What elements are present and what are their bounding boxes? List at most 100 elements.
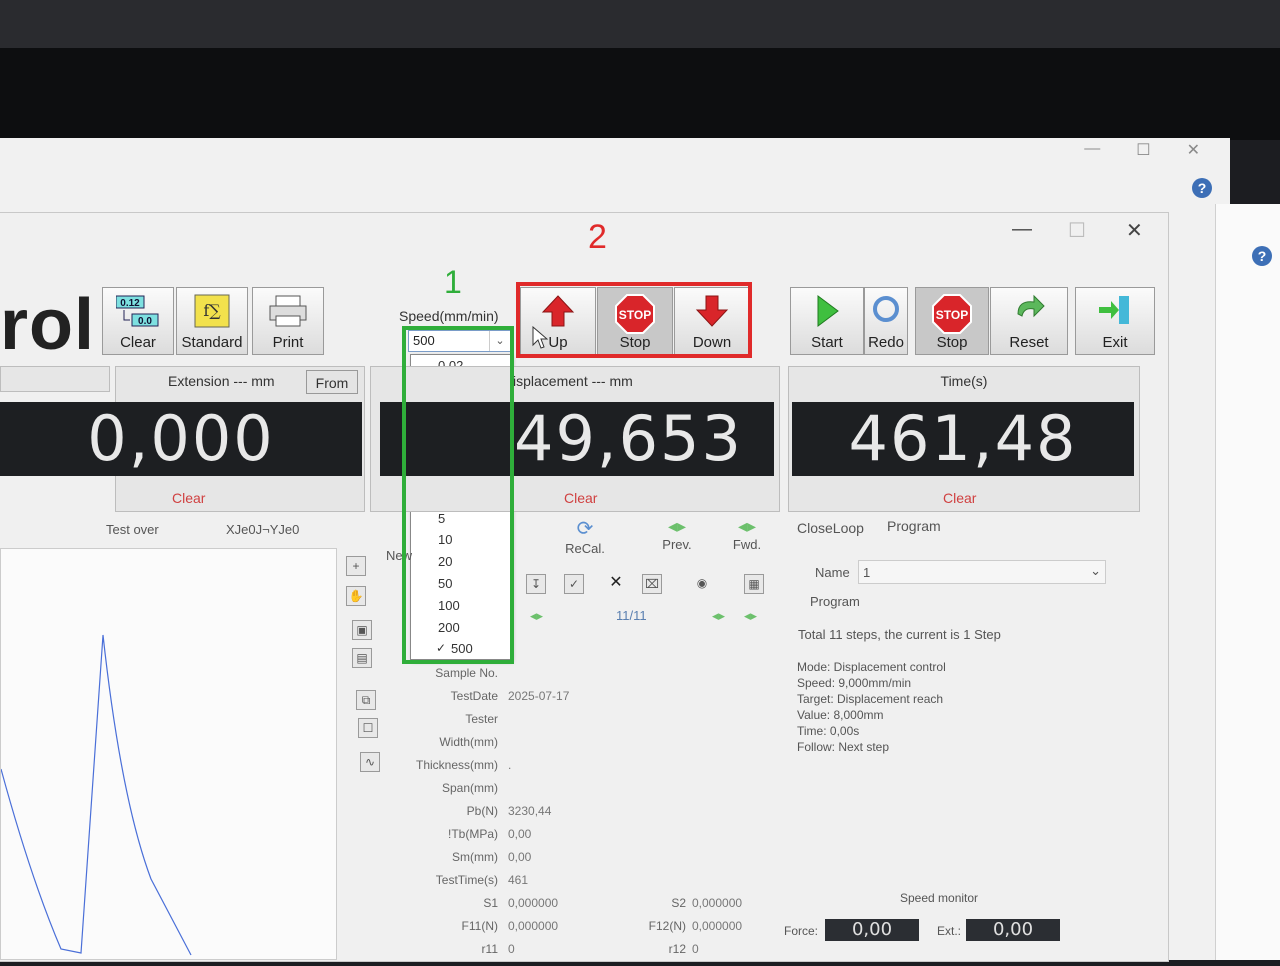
zoom-icon[interactable]: ▣ <box>352 620 372 640</box>
tab-program[interactable]: Program <box>887 518 941 534</box>
printer-icon <box>268 294 308 333</box>
field-value[interactable]: . <box>508 758 511 772</box>
start-button[interactable]: Start <box>790 287 864 355</box>
edit-icon[interactable]: ✓ <box>564 574 584 594</box>
field-value[interactable]: 0,000000 <box>508 896 558 910</box>
field-value[interactable]: 0 <box>508 942 515 956</box>
mouse-cursor-icon <box>532 325 549 355</box>
reset-icon <box>1012 294 1046 329</box>
field-label: Sample No. <box>435 666 498 680</box>
field-label: TestDate <box>450 689 498 703</box>
exit-label: Exit <box>1102 334 1128 351</box>
from-button[interactable]: From <box>306 370 358 394</box>
field-value[interactable]: 0,000000 <box>692 919 742 933</box>
ext-gauge: 0,00 <box>966 919 1060 941</box>
recal-button[interactable]: ⟳ ReCal. <box>560 516 610 564</box>
field-label: r12 <box>668 942 686 956</box>
maximize-button[interactable]: ☐ <box>1068 218 1086 243</box>
reset-button[interactable]: Reset <box>990 287 1068 355</box>
name-select[interactable]: 1 ⌄ <box>858 560 1106 584</box>
standard-button[interactable]: f∑ Standard <box>176 287 248 355</box>
chevron-down-icon: ⌄ <box>1090 563 1101 578</box>
svg-text:0.12: 0.12 <box>120 298 140 309</box>
curve-plot <box>0 634 192 956</box>
outer-maximize-button[interactable]: ☐ <box>1136 140 1150 160</box>
exit-button[interactable]: Exit <box>1075 287 1155 355</box>
stop-test-button[interactable]: STOP Stop <box>915 287 989 355</box>
field-label: F11(N) <box>461 919 498 933</box>
copy-icon[interactable]: ⧉ <box>356 690 376 710</box>
export-icon[interactable]: ↧ <box>526 574 546 594</box>
clear-icon: 0.12 0.0 <box>115 294 160 328</box>
tool-icon[interactable]: ∿ <box>360 752 380 772</box>
left-tab <box>0 366 110 392</box>
fwd-button[interactable]: ◂▸ Fwd. <box>722 516 772 564</box>
close-button[interactable]: ✕ <box>1126 218 1143 243</box>
recal-icon: ⟳ <box>576 518 594 540</box>
program-detail-line: Time: 0,00s <box>797 724 860 738</box>
field-value[interactable]: 0 <box>692 942 699 956</box>
graph-icon[interactable]: ▤ <box>352 648 372 668</box>
ext-label: Ext.: <box>937 924 962 938</box>
displacement-clear-link[interactable]: Clear <box>564 490 597 506</box>
first-icon[interactable]: ◂▸ <box>530 608 543 624</box>
outer-window-controls: — ☐ ✕ <box>1084 140 1200 160</box>
outer-minimize-button[interactable]: — <box>1084 140 1100 160</box>
field-label: Span(mm) <box>441 781 498 795</box>
field-label: S2 <box>671 896 686 910</box>
name-label: Name <box>815 565 850 580</box>
start-label: Start <box>811 334 843 351</box>
program-detail-line: Target: Displacement reach <box>797 692 944 706</box>
play-icon <box>812 294 842 333</box>
field-value[interactable]: 0,00 <box>508 827 531 841</box>
svg-text:0.0: 0.0 <box>138 316 152 327</box>
field-label: Tester <box>465 712 498 726</box>
tab-closeloop[interactable]: CloseLoop <box>797 520 864 536</box>
svg-text:f∑: f∑ <box>203 301 221 320</box>
help-icon[interactable]: ? <box>1192 178 1212 198</box>
field-value[interactable]: 0,000000 <box>692 896 742 910</box>
time-label: Time(s) <box>940 373 988 389</box>
fwd-icon: ◂▸ <box>737 516 757 536</box>
stop-test-label: Stop <box>936 334 968 351</box>
hand-icon[interactable]: ✋ <box>346 586 366 606</box>
delete-all-icon[interactable]: ⌧ <box>642 574 662 594</box>
field-label: Pb(N) <box>466 804 498 818</box>
next-icon[interactable]: ◂▸ <box>712 608 725 624</box>
field-label: F12(N) <box>648 919 686 933</box>
outer-close-button[interactable]: ✕ <box>1187 140 1200 160</box>
field-label: TestTime(s) <box>435 873 498 887</box>
delete-icon[interactable]: ✕ <box>606 574 626 594</box>
table-icon[interactable]: ▦ <box>744 574 764 594</box>
time-clear-link[interactable]: Clear <box>943 490 976 506</box>
redo-button[interactable]: Redo <box>864 287 908 355</box>
field-value[interactable]: 0,000000 <box>508 919 558 933</box>
field-value[interactable]: 461 <box>508 873 528 887</box>
help-icon-secondary[interactable]: ? <box>1252 246 1272 266</box>
force-gauge: 0,00 <box>825 919 919 941</box>
recal-label: ReCal. <box>565 541 605 556</box>
paste-icon[interactable]: ☐ <box>358 718 378 738</box>
field-label: Thickness(mm) <box>415 758 498 772</box>
program-detail-line: Value: 8,000mm <box>797 708 884 722</box>
last-icon[interactable]: ◂▸ <box>744 608 757 624</box>
extension-display: 0,000 <box>0 402 362 476</box>
stop-sign-icon: STOP <box>932 294 972 339</box>
program-detail-line: Follow: Next step <box>797 740 890 754</box>
field-value[interactable]: 0,00 <box>508 850 531 864</box>
prev-button[interactable]: ◂▸ Prev. <box>652 516 702 564</box>
print-label: Print <box>272 334 304 351</box>
highlight-box-2 <box>516 282 752 358</box>
print-button[interactable]: Print <box>252 287 324 355</box>
curve-chart[interactable] <box>0 548 337 960</box>
field-label: r11 <box>481 942 498 956</box>
program-label: Program <box>810 594 860 609</box>
extension-clear-link[interactable]: Clear <box>172 490 205 506</box>
field-value[interactable]: 3230,44 <box>508 804 551 818</box>
minimize-button[interactable]: — <box>1012 218 1032 241</box>
field-value[interactable]: 2025-07-17 <box>508 689 569 703</box>
monitor-bezel-inner <box>0 48 1280 140</box>
database-icon[interactable]: ◉ <box>692 574 712 594</box>
clear-button[interactable]: 0.12 0.0 Clear <box>102 287 174 355</box>
crosshair-icon[interactable]: + <box>346 556 366 576</box>
